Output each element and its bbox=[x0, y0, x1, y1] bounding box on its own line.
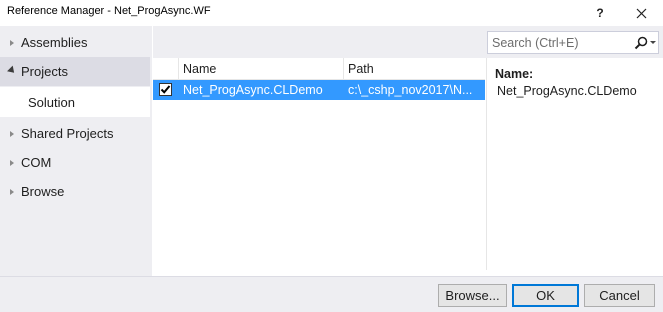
details-panel: Name: Net_ProgAsync.CLDemo bbox=[486, 58, 663, 270]
search-box[interactable] bbox=[487, 31, 659, 54]
help-button[interactable]: ? bbox=[588, 2, 612, 24]
expand-arrow-icon[interactable] bbox=[8, 129, 16, 139]
column-header-name[interactable]: Name bbox=[183, 62, 216, 76]
collapse-arrow-icon[interactable] bbox=[7, 65, 17, 77]
sidebar-item-label: Solution bbox=[28, 94, 75, 110]
expand-arrow-icon[interactable] bbox=[8, 38, 16, 48]
expand-arrow-icon[interactable] bbox=[8, 158, 16, 168]
sidebar-item-projects[interactable]: Projects bbox=[0, 57, 150, 86]
expand-arrow-icon[interactable] bbox=[8, 187, 16, 197]
sidebar-item-label: COM bbox=[21, 155, 52, 170]
column-header-path[interactable]: Path bbox=[348, 62, 374, 76]
reference-grid: Name Path Net_ProgAsync.CLDemo c:\_cshp_… bbox=[153, 58, 485, 270]
sidebar-item-label: Assemblies bbox=[21, 35, 88, 50]
checkmark-icon bbox=[160, 85, 171, 94]
sidebar-item-com[interactable]: COM bbox=[0, 148, 150, 177]
search-input[interactable] bbox=[492, 35, 622, 51]
dialog-footer: Browse... OK Cancel bbox=[0, 276, 663, 312]
sidebar-item-label: Projects bbox=[21, 64, 68, 79]
detail-name-value: Net_ProgAsync.CLDemo bbox=[497, 84, 637, 98]
sidebar-item-assemblies[interactable]: Assemblies bbox=[0, 28, 150, 57]
detail-name-label: Name: bbox=[495, 67, 534, 81]
search-icon[interactable] bbox=[634, 36, 648, 50]
title-bar: Reference Manager - Net_ProgAsync.WF ? bbox=[0, 0, 663, 26]
reference-checkbox[interactable] bbox=[159, 83, 172, 96]
close-icon bbox=[636, 8, 646, 18]
sidebar-item-solution[interactable]: Solution bbox=[0, 87, 150, 117]
cell-name: Net_ProgAsync.CLDemo bbox=[183, 83, 323, 97]
window-title: Reference Manager - Net_ProgAsync.WF bbox=[7, 5, 211, 17]
sidebar-item-shared-projects[interactable]: Shared Projects bbox=[0, 119, 150, 148]
close-button[interactable] bbox=[628, 2, 654, 24]
category-sidebar: Assemblies Projects Solution Shared Proj… bbox=[0, 26, 152, 276]
sidebar-item-label: Browse bbox=[21, 184, 65, 199]
browse-button[interactable]: Browse... bbox=[438, 284, 507, 307]
grid-header: Name Path bbox=[153, 58, 485, 80]
column-separator[interactable] bbox=[178, 58, 179, 80]
search-options-dropdown-icon[interactable] bbox=[650, 41, 656, 44]
sidebar-item-browse[interactable]: Browse bbox=[0, 177, 150, 206]
ok-button[interactable]: OK bbox=[512, 284, 579, 307]
cell-path: c:\_cshp_nov2017\N... bbox=[348, 83, 473, 97]
column-separator[interactable] bbox=[343, 58, 344, 80]
sidebar-item-label: Shared Projects bbox=[21, 126, 114, 141]
table-row[interactable]: Net_ProgAsync.CLDemo c:\_cshp_nov2017\N.… bbox=[153, 80, 485, 100]
cancel-button[interactable]: Cancel bbox=[584, 284, 655, 307]
